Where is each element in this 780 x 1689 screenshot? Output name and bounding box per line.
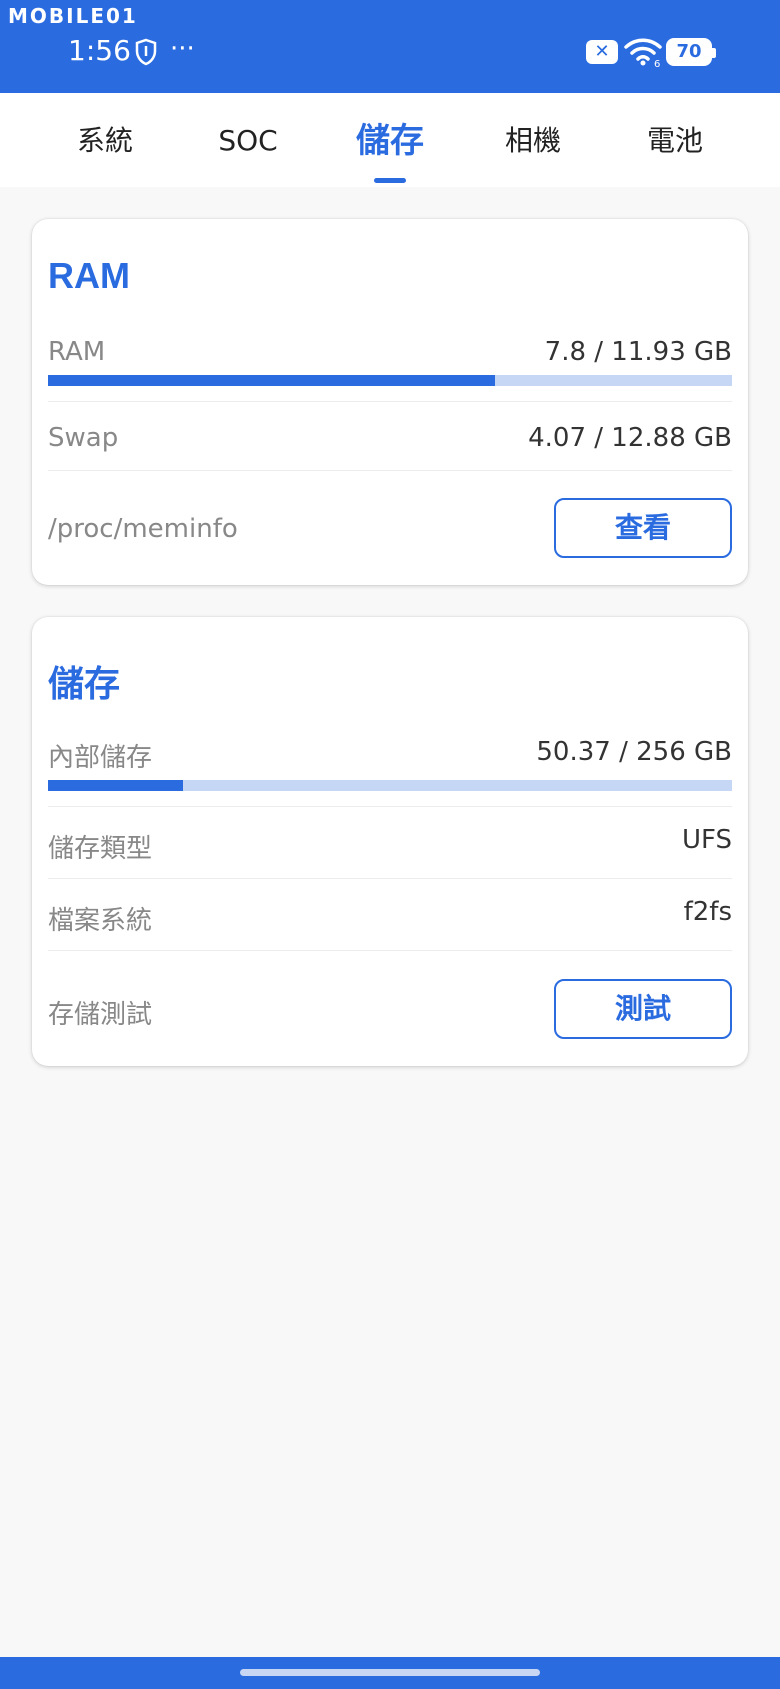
internal-storage-value: 50.37 / 256 GB: [536, 737, 732, 767]
view-meminfo-button[interactable]: 查看: [554, 498, 732, 558]
tab-storage[interactable]: 儲存: [320, 93, 460, 187]
swap-value: 4.07 / 12.88 GB: [528, 423, 732, 453]
no-sim-icon: ✕: [586, 40, 618, 64]
ram-progress-bar: [48, 375, 732, 386]
filesystem-label: 檔案系統: [48, 906, 153, 936]
divider: [48, 401, 732, 402]
ram-card: RAM RAM 7.8 / 11.93 GB Swap 4.07 / 12.88…: [32, 219, 748, 585]
watermark-text: MOBILE01: [8, 4, 138, 28]
active-tab-indicator: [374, 178, 406, 183]
ram-card-title: RAM: [48, 255, 130, 296]
storage-test-label: 存儲測試: [48, 1000, 153, 1030]
internal-storage-label: 內部儲存: [48, 743, 153, 773]
status-time: 1:56: [68, 34, 131, 67]
filesystem-value: f2fs: [683, 897, 732, 927]
shield-icon: [135, 38, 157, 66]
storage-progress-fill: [48, 780, 183, 791]
divider: [48, 950, 732, 951]
storage-progress-bar: [48, 780, 732, 791]
tab-system[interactable]: 系統: [35, 93, 175, 187]
tab-camera[interactable]: 相機: [463, 93, 603, 187]
swap-label: Swap: [48, 423, 119, 453]
tab-bar: 系統 SOC 儲存 相機 電池: [0, 93, 780, 187]
storage-card-title: 儲存: [48, 663, 121, 704]
battery-level: 70: [676, 41, 702, 62]
watermark-logo: MOBILE01: [8, 4, 138, 28]
wifi-icon: 6: [624, 38, 662, 68]
tab-soc[interactable]: SOC: [178, 93, 318, 187]
divider: [48, 806, 732, 807]
home-indicator[interactable]: [240, 1669, 540, 1676]
storage-card: 儲存 內部儲存 50.37 / 256 GB 儲存類型 UFS 檔案系統 f2f…: [32, 617, 748, 1066]
status-bar: MOBILE01 1:56 ··· ✕ 6 70: [0, 0, 780, 93]
storage-test-button[interactable]: 測試: [554, 979, 732, 1039]
storage-type-value: UFS: [681, 825, 732, 855]
wifi-badge: 6: [654, 59, 660, 68]
more-notifications-icon: ···: [170, 34, 195, 64]
divider: [48, 878, 732, 879]
battery-icon: 70: [666, 38, 716, 66]
ram-progress-fill: [48, 375, 496, 386]
storage-type-label: 儲存類型: [48, 834, 153, 864]
divider: [48, 470, 732, 471]
navigation-bar: [0, 1657, 780, 1689]
ram-value: 7.8 / 11.93 GB: [544, 337, 732, 367]
ram-label: RAM: [48, 337, 106, 367]
meminfo-label: /proc/meminfo: [48, 514, 238, 544]
tab-battery[interactable]: 電池: [605, 93, 745, 187]
